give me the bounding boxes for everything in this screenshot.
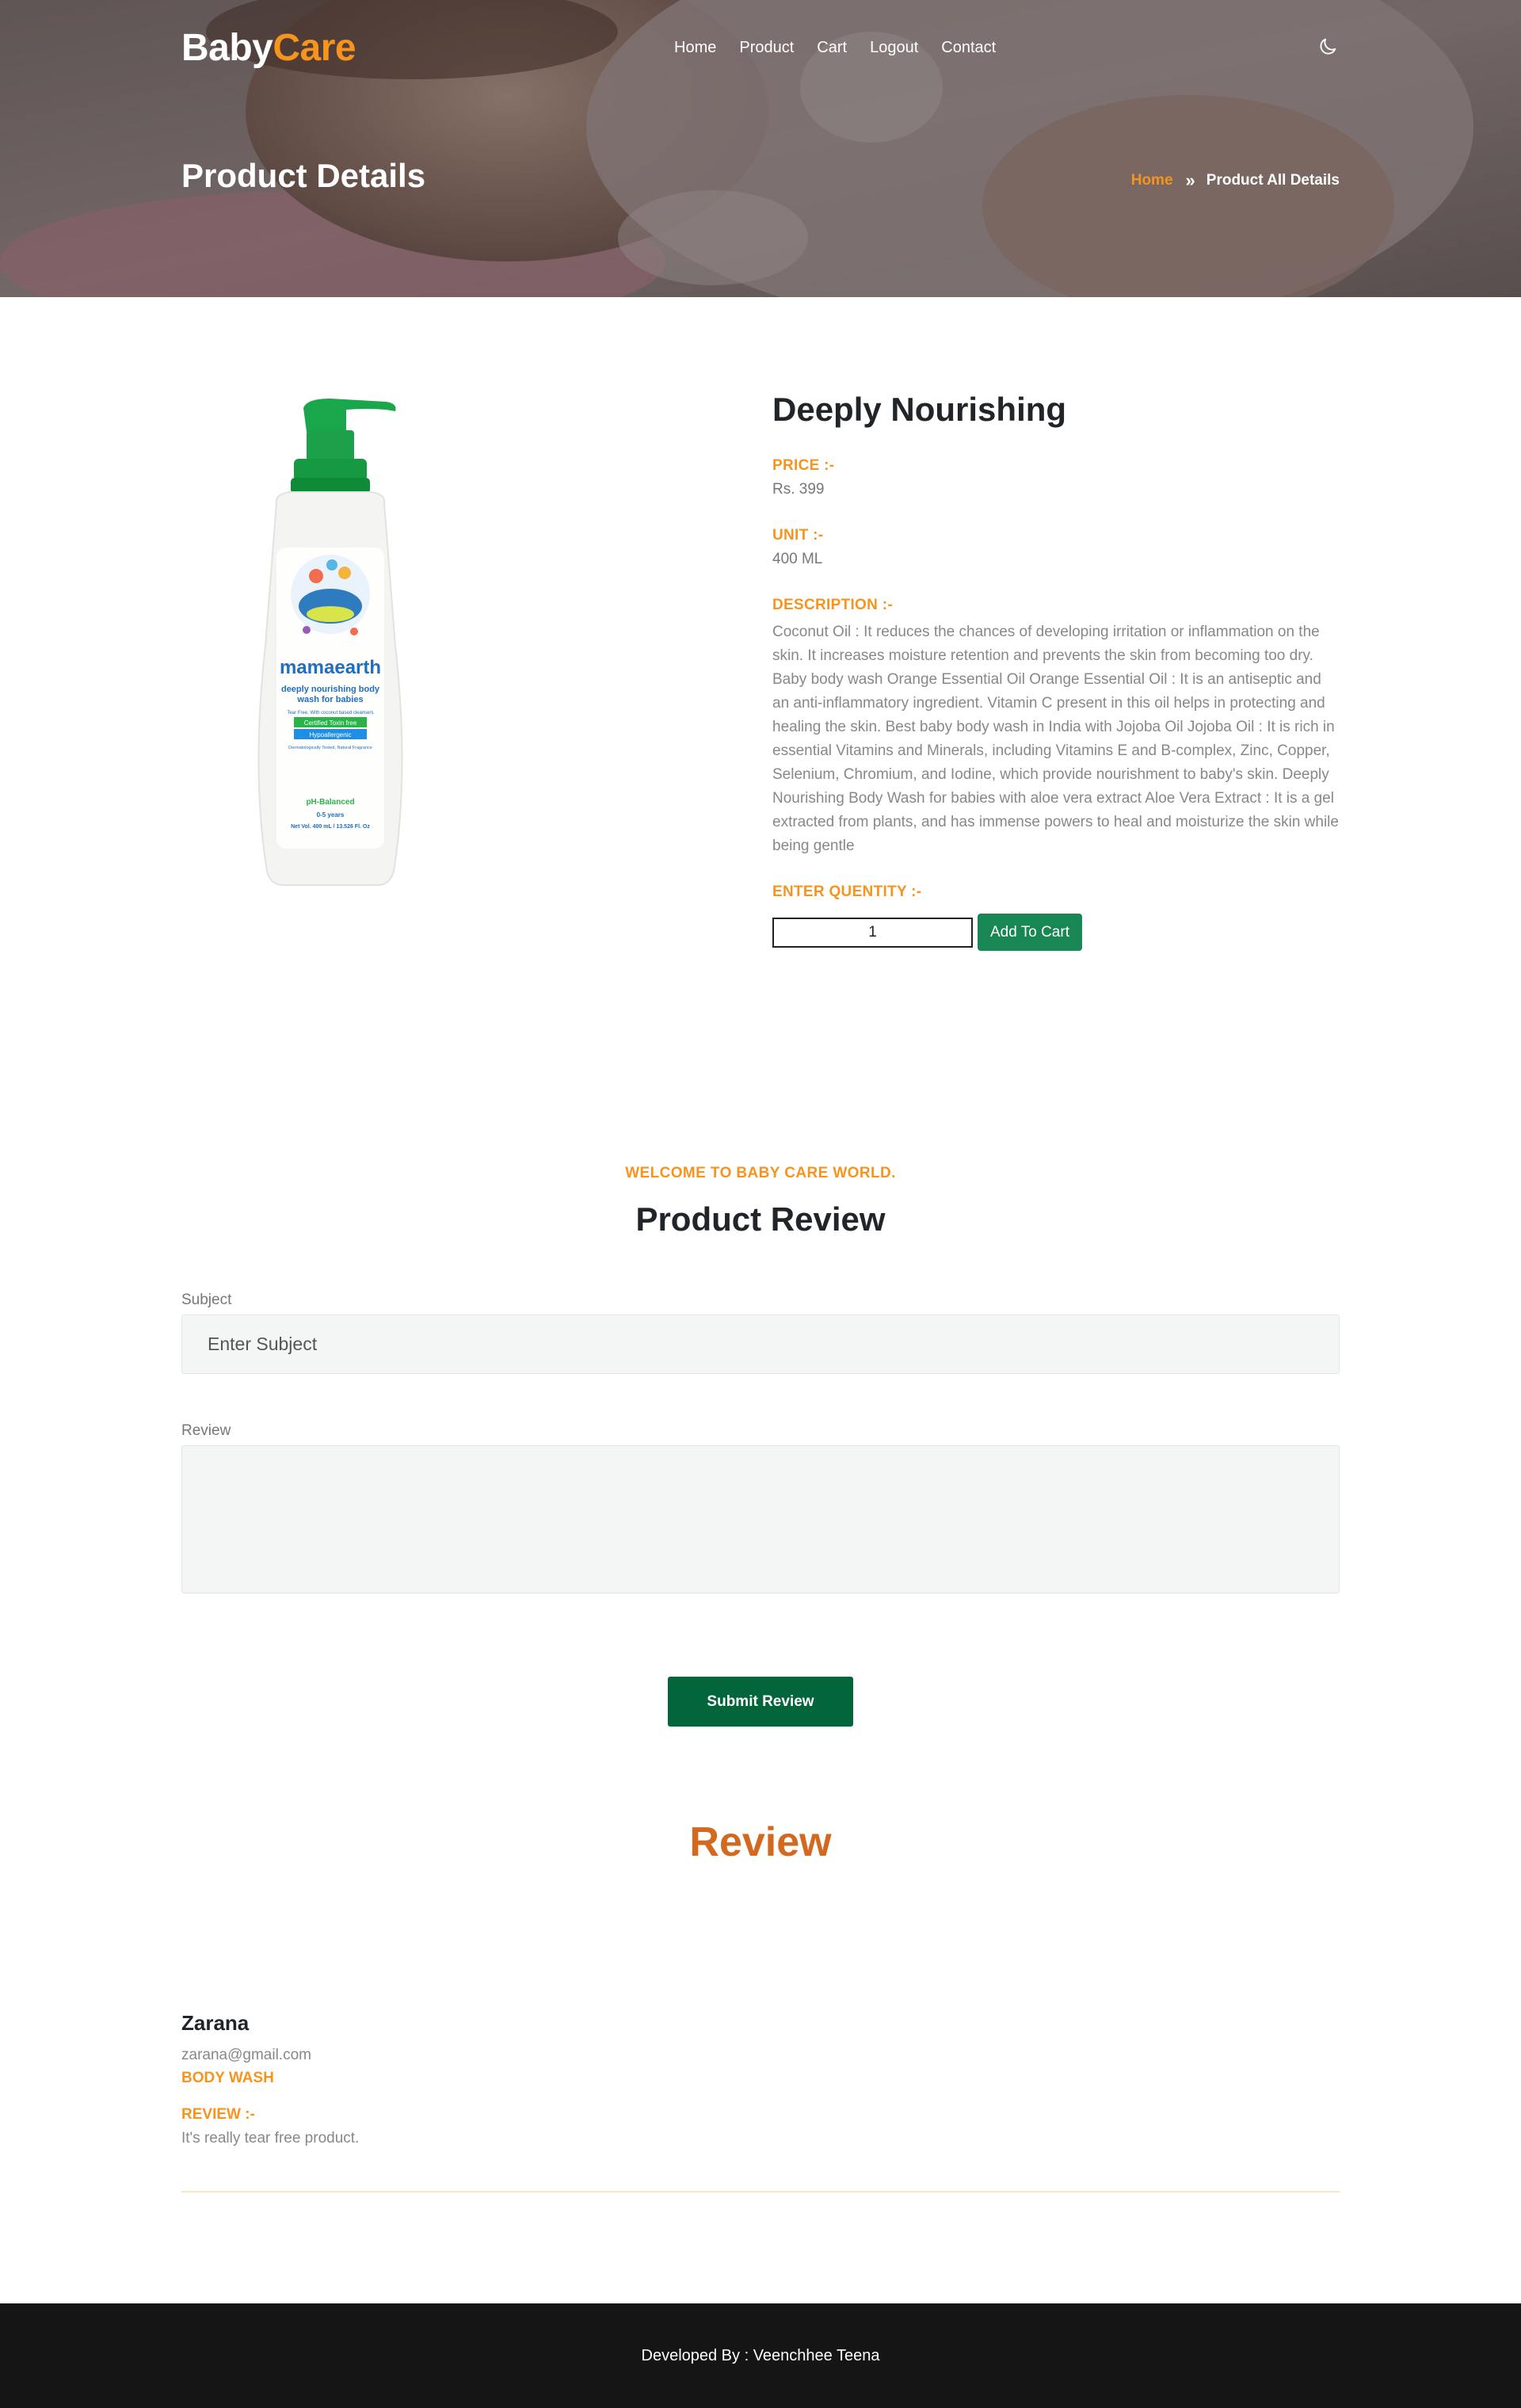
unit-label: UNIT :- (772, 527, 824, 544)
reviews-title: Review (689, 1819, 832, 1865)
bottle-brand-text: mamaearth (280, 657, 381, 678)
footer-credit: Developed By : Veenchhee Teena (641, 2346, 880, 2364)
review-label: Review (181, 1422, 231, 1439)
bottle-ph-text: pH-Balanced (306, 798, 354, 807)
review-item: Zarana zarana@gmail.com BODY WASH REVIEW… (181, 2011, 1340, 2147)
page-title: Product Details (181, 157, 426, 194)
product-name: Deeply Nourishing (772, 391, 1067, 428)
nav-cart-link[interactable]: Cart (817, 39, 847, 57)
main-menu: Home Product Cart Logout Contact (674, 24, 1019, 71)
quantity-row: Add To Cart (772, 914, 1339, 951)
bottle-age-text: 0-5 years (317, 811, 345, 819)
product-image: mamaearth deeply nourishing body wash fo… (257, 399, 403, 886)
unit-value: 400 ML (772, 551, 823, 567)
product-review-heading: Product Review (635, 1200, 886, 1238)
subject-input[interactable] (181, 1315, 1340, 1374)
breadcrumb-home-link[interactable]: Home (1131, 172, 1173, 189)
product-info: Deeply Nourishing PRICE :- Rs. 399 UNIT … (772, 391, 1339, 951)
price-label: PRICE :- (772, 457, 835, 474)
bottle-tag-small2-text: Dermatologically Tested, Natural Fragran… (288, 746, 372, 750)
bottle-tag-small-text: Tear Free, With coconut based cleansers (287, 711, 373, 716)
product-description: Coconut Oil : It reduces the chances of … (772, 624, 1339, 854)
nav-product-link[interactable]: Product (739, 39, 794, 57)
review-text-label: REVIEW :- (181, 2106, 255, 2123)
review-textarea[interactable] (181, 1445, 1340, 1593)
nav-contact-link[interactable]: Contact (941, 39, 996, 57)
bottle-badge2-text: Hypoallergenic (310, 731, 352, 738)
bottle-volume-text: Net Vol. 400 mL / 13.526 Fl. Oz (291, 824, 370, 830)
price-value: Rs. 399 (772, 481, 825, 498)
reviewer-email: zarana@gmail.com (181, 2047, 311, 2063)
review-text: It's really tear free product. (181, 2130, 360, 2147)
brand-logo[interactable]: BabyCare (181, 26, 356, 70)
breadcrumb-current: Product All Details (1206, 172, 1340, 189)
nav-logout-link[interactable]: Logout (870, 39, 918, 57)
welcome-tagline: WELCOME TO BABY CARE WORLD. (625, 1165, 896, 1181)
quantity-input[interactable] (772, 917, 973, 948)
breadcrumb-separator: » (1185, 170, 1195, 190)
top-navbar: BabyCare Home Product Cart Logout Contac… (181, 24, 1340, 71)
brand-part-baby: Baby (181, 26, 273, 69)
bottle-line1-text: deeply nourishing body (281, 685, 380, 694)
review-product-name: BODY WASH (181, 2070, 274, 2086)
moon-icon (1320, 38, 1336, 55)
hero-banner: BabyCare Home Product Cart Logout Contac… (0, 0, 1521, 297)
reviewer-name: Zarana (181, 2011, 250, 2035)
bottle-badge1-text: Certified Toxin free (304, 719, 357, 727)
theme-toggle-button[interactable] (1316, 35, 1340, 59)
add-to-cart-button[interactable]: Add To Cart (978, 914, 1082, 951)
bottle-line2-text: wash for babies (296, 695, 363, 704)
submit-review-button[interactable]: Submit Review (668, 1677, 853, 1727)
brand-part-care: Care (273, 26, 356, 69)
breadcrumb: Home » Product All Details (1131, 170, 1340, 191)
footer: Developed By : Veenchhee Teena (0, 2303, 1521, 2408)
review-divider (181, 2191, 1340, 2192)
quantity-label: ENTER QUENTITY :- (772, 883, 922, 900)
nav-home-link[interactable]: Home (674, 39, 716, 57)
subject-label: Subject (181, 1292, 232, 1308)
description-label: DESCRIPTION :- (772, 597, 893, 613)
